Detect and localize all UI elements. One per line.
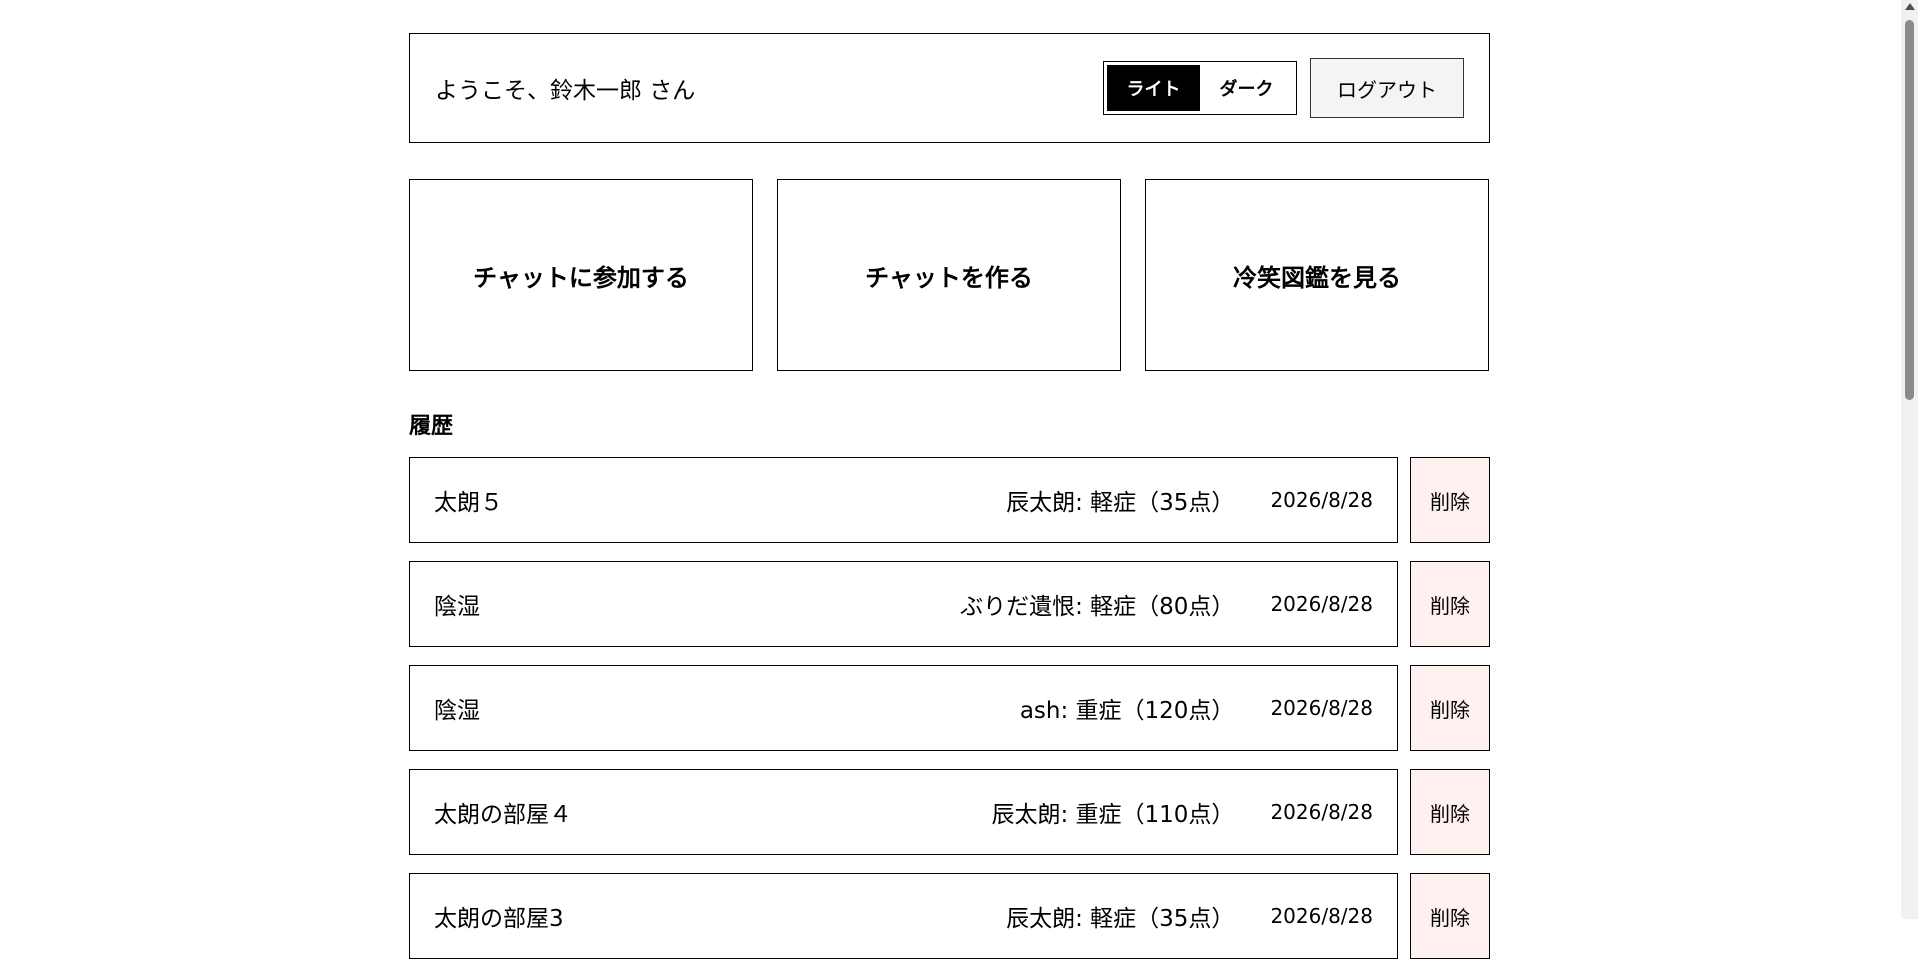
vertical-scrollbar[interactable] — [1901, 0, 1918, 919]
history-item-date: 2026/8/28 — [1270, 800, 1373, 824]
history-item-result: 辰太朗: 重症（110点） — [991, 802, 1235, 828]
history-item-result: ぶりだ遺恨: 軽症（80点） — [960, 594, 1235, 620]
history-item-date: 2026/8/28 — [1270, 696, 1373, 720]
history-row: 陰湿 ぶりだ遺恨: 軽症（80点） 2026/8/28 削除 — [409, 561, 1490, 647]
history-item[interactable]: 太朗５ 辰太朗: 軽症（35点） 2026/8/28 — [409, 457, 1398, 543]
delete-button[interactable]: 削除 — [1410, 769, 1490, 855]
delete-button[interactable]: 削除 — [1410, 665, 1490, 751]
join-chat-button[interactable]: チャットに参加する — [409, 179, 753, 371]
history-row: 太朗の部屋４ 辰太朗: 重症（110点） 2026/8/28 削除 — [409, 769, 1490, 855]
history-row: 陰湿 ash: 重症（120点） 2026/8/28 削除 — [409, 665, 1490, 751]
history-item-date: 2026/8/28 — [1270, 488, 1373, 512]
delete-button[interactable]: 削除 — [1410, 561, 1490, 647]
history-row: 太朗の部屋3 辰太朗: 軽症（35点） 2026/8/28 削除 — [409, 873, 1490, 959]
welcome-header: ようこそ、鈴木一郎 さん ライト ダーク ログアウト — [409, 33, 1490, 143]
history-row: 太朗５ 辰太朗: 軽症（35点） 2026/8/28 削除 — [409, 457, 1490, 543]
history-heading: 履歴 — [409, 414, 454, 439]
history-item-result: ash: 重症（120点） — [1019, 698, 1235, 724]
history-item-title: 陰湿 — [434, 594, 480, 620]
logout-button[interactable]: ログアウト — [1310, 58, 1464, 118]
view-encyclopedia-button[interactable]: 冷笑図鑑を見る — [1145, 179, 1489, 371]
theme-dark-option[interactable]: ダーク — [1200, 65, 1293, 111]
history-list: 太朗５ 辰太朗: 軽症（35点） 2026/8/28 削除 陰湿 ぶりだ遺恨: … — [409, 457, 1490, 959]
history-item[interactable]: 陰湿 ash: 重症（120点） 2026/8/28 — [409, 665, 1398, 751]
scrollbar-thumb[interactable] — [1905, 20, 1914, 400]
history-item-title: 陰湿 — [434, 698, 480, 724]
delete-button[interactable]: 削除 — [1410, 457, 1490, 543]
theme-toggle: ライト ダーク — [1103, 61, 1297, 115]
history-item-date: 2026/8/28 — [1270, 904, 1373, 928]
dashboard: ようこそ、鈴木一郎 さん ライト ダーク ログアウト チャットに参加する チャッ… — [409, 33, 1490, 977]
history-item-title: 太朗の部屋４ — [434, 802, 572, 828]
history-item[interactable]: 陰湿 ぶりだ遺恨: 軽症（80点） 2026/8/28 — [409, 561, 1398, 647]
delete-button[interactable]: 削除 — [1410, 873, 1490, 959]
scroll-up-arrow-icon[interactable] — [1905, 3, 1915, 10]
history-item[interactable]: 太朗の部屋４ 辰太朗: 重症（110点） 2026/8/28 — [409, 769, 1398, 855]
history-item-title: 太朗５ — [434, 490, 503, 516]
create-chat-button[interactable]: チャットを作る — [777, 179, 1121, 371]
history-item-title: 太朗の部屋3 — [434, 906, 564, 932]
welcome-text: ようこそ、鈴木一郎 さん — [435, 78, 696, 104]
history-item-result: 辰太朗: 軽症（35点） — [1006, 906, 1235, 932]
history-item-result: 辰太朗: 軽症（35点） — [1006, 490, 1235, 516]
theme-light-option[interactable]: ライト — [1107, 65, 1200, 111]
action-cards: チャットに参加する チャットを作る 冷笑図鑑を見る — [409, 179, 1490, 371]
history-item[interactable]: 太朗の部屋3 辰太朗: 軽症（35点） 2026/8/28 — [409, 873, 1398, 959]
history-item-date: 2026/8/28 — [1270, 592, 1373, 616]
